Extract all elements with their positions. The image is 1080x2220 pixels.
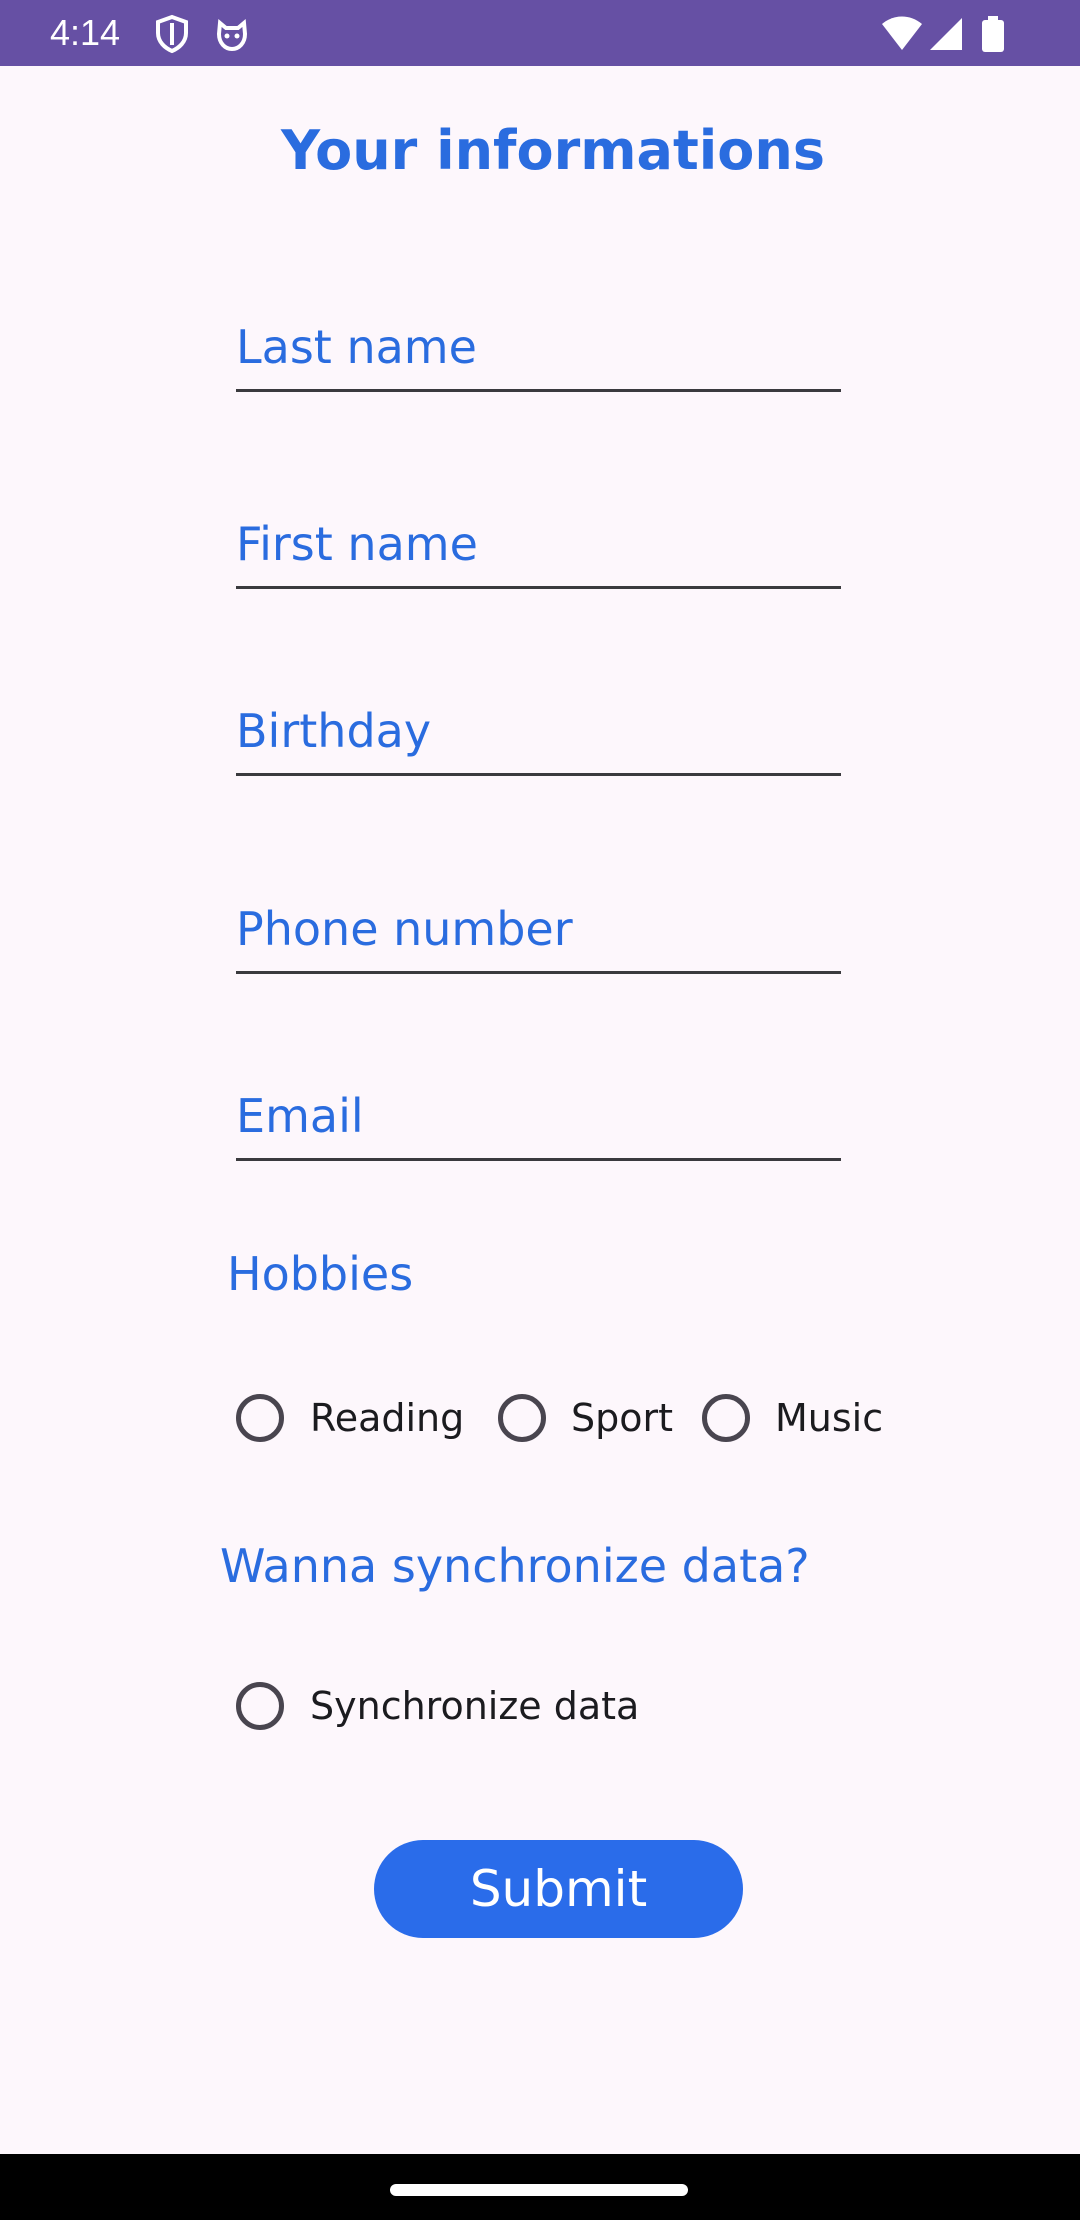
shield-icon bbox=[152, 14, 192, 54]
submit-button[interactable]: Submit bbox=[374, 1840, 743, 1938]
first-name-field bbox=[236, 506, 841, 589]
sync-option[interactable]: Synchronize data bbox=[236, 1676, 639, 1736]
hobby-music-label: Music bbox=[775, 1396, 884, 1440]
hobby-option-sport[interactable]: Sport bbox=[498, 1388, 673, 1448]
hobbies-label: Hobbies bbox=[227, 1247, 414, 1301]
wifi-icon bbox=[880, 14, 924, 54]
battery-icon bbox=[978, 14, 1008, 54]
home-gesture-handle[interactable] bbox=[390, 2184, 688, 2196]
navigation-bar bbox=[0, 2154, 1080, 2220]
first-name-input[interactable] bbox=[236, 506, 841, 582]
radio-unchecked-icon[interactable] bbox=[702, 1394, 750, 1442]
radio-unchecked-icon[interactable] bbox=[498, 1394, 546, 1442]
birthday-field bbox=[236, 693, 841, 776]
email-field bbox=[236, 1078, 841, 1161]
cat-face-icon bbox=[212, 14, 252, 54]
hobby-option-reading[interactable]: Reading bbox=[236, 1388, 464, 1448]
hobby-reading-label: Reading bbox=[310, 1396, 465, 1440]
phone-number-input[interactable] bbox=[236, 891, 841, 967]
cellular-signal-icon bbox=[926, 14, 966, 54]
email-input[interactable] bbox=[236, 1078, 841, 1154]
last-name-input[interactable] bbox=[236, 309, 841, 385]
radio-unchecked-icon[interactable] bbox=[236, 1394, 284, 1442]
page-title: Your informations bbox=[280, 119, 825, 182]
birthday-input[interactable] bbox=[236, 693, 841, 769]
status-bar: 4:14 bbox=[0, 0, 1080, 66]
sync-label: Wanna synchronize data? bbox=[220, 1539, 810, 1593]
hobby-option-music[interactable]: Music bbox=[702, 1388, 883, 1448]
phone-number-field bbox=[236, 891, 841, 974]
last-name-field bbox=[236, 309, 841, 392]
radio-unchecked-icon[interactable] bbox=[236, 1682, 284, 1730]
hobby-sport-label: Sport bbox=[571, 1396, 674, 1440]
sync-option-label: Synchronize data bbox=[310, 1684, 640, 1728]
status-time: 4:14 bbox=[50, 12, 121, 53]
